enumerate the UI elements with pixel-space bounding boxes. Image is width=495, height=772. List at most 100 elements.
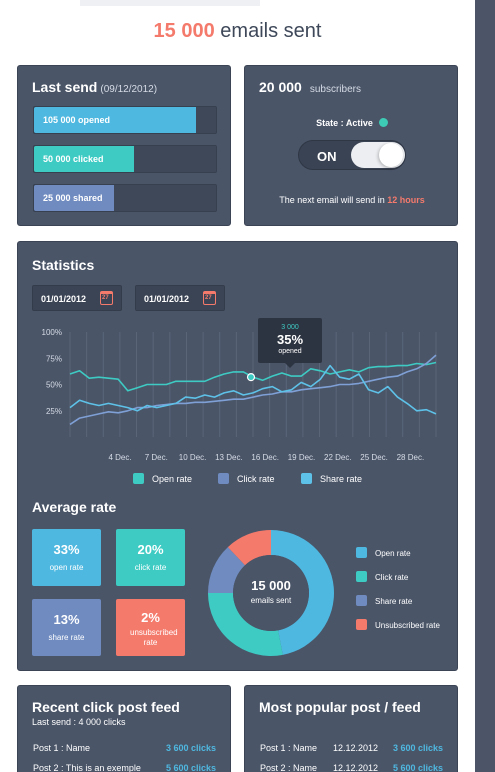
tooltip-arrow <box>285 363 295 368</box>
feed-row-date: 12.12.2012 <box>333 743 379 753</box>
calendar-icon-day: 27 <box>102 295 109 301</box>
feed-row-clicks[interactable]: 5 600 clicks <box>393 763 443 772</box>
unsubscribed-rate-tile: 2% unsubscribed rate <box>116 599 185 656</box>
date-from-picker[interactable]: 01/01/2012 27 <box>32 285 122 311</box>
feed-row-clicks[interactable]: 5 600 clicks <box>166 763 216 772</box>
feed-row-label[interactable]: Post 1 : Name <box>260 743 317 753</box>
date-from-value: 01/01/2012 <box>41 294 87 304</box>
donut-center-label: emails sent <box>250 596 292 605</box>
open-rate-value: 33% <box>53 542 80 557</box>
y-tick-label: 75% <box>46 354 62 363</box>
click-rate-label: click rate <box>134 563 167 572</box>
open-rate-label: open rate <box>49 563 84 572</box>
toggle-knob[interactable] <box>351 142 405 168</box>
calendar-icon[interactable]: 27 <box>203 291 216 305</box>
legend-swatch <box>356 619 367 630</box>
x-tick-label: 22 Dec. <box>324 453 352 462</box>
calendar-icon-day: 27 <box>205 295 212 301</box>
legend-label: Share rate <box>320 474 363 484</box>
x-tick-label: 7 Dec. <box>145 453 168 462</box>
opened-bar: 105 000 opened <box>33 106 217 134</box>
statistics-panel: Statistics 01/01/2012 27 01/01/2012 27 1… <box>17 241 458 671</box>
legend-label: Open rate <box>375 549 411 558</box>
feed-row-date: 12.12.2012 <box>333 763 379 772</box>
feed-row-label[interactable]: Post 2 : Name <box>260 763 317 772</box>
toggle-label: ON <box>317 149 337 164</box>
share-rate-tile: 13% share rate <box>32 599 101 656</box>
calendar-icon[interactable]: 27 <box>100 291 113 305</box>
legend-swatch <box>356 571 367 582</box>
x-tick-label: 13 Dec. <box>215 453 243 462</box>
share-rate-value: 13% <box>53 612 80 627</box>
open-rate-tile: 33% open rate <box>32 529 101 586</box>
legend-label: Click rate <box>237 474 275 484</box>
legend-label: Share rate <box>375 597 413 606</box>
clicked-bar-label: 50 000 clicked <box>43 154 104 164</box>
click-rate-tile: 20% click rate <box>116 529 185 586</box>
last-send-panel: Last send (09/12/2012) 105 000 opened 50 … <box>17 65 231 226</box>
subscribers-panel: 20 000 subscribers State : Active ON The … <box>244 65 458 226</box>
clicked-bar: 50 000 clicked <box>33 145 217 173</box>
date-to-value: 01/01/2012 <box>144 294 190 304</box>
page-headline: 15 000 emails sent <box>0 20 475 43</box>
donut-center-value: 15 000 <box>251 578 291 593</box>
y-tick-label: 50% <box>46 381 62 390</box>
statistics-title: Statistics <box>32 257 95 273</box>
active-toggle[interactable]: ON <box>298 140 406 170</box>
donut-legend-click: Click rate <box>356 571 408 582</box>
legend-swatch <box>356 595 367 606</box>
shared-bar: 25 000 shared <box>33 184 217 212</box>
donut-legend-open: Open rate <box>356 547 411 558</box>
legend-swatch <box>356 547 367 558</box>
tooltip-value: 3 000 <box>281 324 299 331</box>
legend-label: Open rate <box>152 474 193 484</box>
subscribers-count: 20 000 <box>259 79 302 95</box>
recent-feed-subtitle: Last send : 4 000 clicks <box>32 717 126 727</box>
unsubscribed-rate-label: unsubscribed rate <box>130 628 178 647</box>
tooltip-label: opened <box>278 348 302 355</box>
y-tick-label: 100% <box>42 328 62 337</box>
legend-share-rate: Share rate <box>301 473 362 484</box>
feed-row-clicks[interactable]: 3 600 clicks <box>166 743 216 753</box>
legend-swatch <box>218 473 229 484</box>
emails-sent-count: 15 000 <box>153 20 215 42</box>
popular-feed-title: Most popular post / feed <box>259 699 421 715</box>
state-label: State : Active <box>316 118 373 128</box>
donut-legend-share: Share rate <box>356 595 412 606</box>
tooltip-percent: 35% <box>276 332 304 347</box>
donut-center: 15 000 emails sent <box>206 578 336 605</box>
state-indicator: State : Active <box>245 118 459 128</box>
legend-label: Unsubscribed rate <box>375 621 440 630</box>
feed-row-clicks[interactable]: 3 600 clicks <box>393 743 443 753</box>
share-rate-label: share rate <box>48 633 85 642</box>
opened-bar-label: 105 000 opened <box>43 115 111 125</box>
top-tab <box>80 0 260 6</box>
most-popular-feed-panel: Most popular post / feed Post 1 : Name 1… <box>244 685 458 772</box>
x-tick-label: 19 Dec. <box>288 453 316 462</box>
feed-row-label[interactable]: Post 2 : This is an exemple <box>33 763 141 772</box>
legend-click-rate: Click rate <box>218 473 275 484</box>
shared-bar-label: 25 000 shared <box>43 193 103 203</box>
scrollbar-gutter[interactable] <box>475 0 495 772</box>
statistics-line-chart: 100% 75% 50% 25% 4 Dec. 7 Dec. 10 Dec. 13 Dec. 1… <box>42 328 437 462</box>
legend-swatch <box>133 473 144 484</box>
y-tick-label: 25% <box>46 407 62 416</box>
x-tick-label: 28 Dec. <box>397 453 425 462</box>
legend-label: Click rate <box>375 573 409 582</box>
legend-swatch <box>301 473 312 484</box>
x-tick-label: 10 Dec. <box>179 453 207 462</box>
highlight-point <box>246 373 256 382</box>
donut-legend-unsubscribed: Unsubscribed rate <box>356 619 440 630</box>
feed-row-label[interactable]: Post 1 : Name <box>33 743 90 753</box>
next-send-time: 12 hours <box>387 195 425 205</box>
chart-tooltip: 3 000 35% opened <box>258 318 322 368</box>
click-rate-value: 20% <box>137 542 164 557</box>
date-to-picker[interactable]: 01/01/2012 27 <box>135 285 225 311</box>
recent-click-feed-panel: Recent click post feed Last send : 4 000… <box>17 685 231 772</box>
unsubscribed-rate-value: 2% <box>141 610 160 625</box>
last-send-title-text: Last send <box>32 79 98 95</box>
active-status-dot <box>378 118 388 127</box>
emails-sent-label: emails sent <box>220 20 322 42</box>
last-send-title: Last send (09/12/2012) <box>32 79 157 95</box>
legend-open-rate: Open rate <box>133 473 192 484</box>
